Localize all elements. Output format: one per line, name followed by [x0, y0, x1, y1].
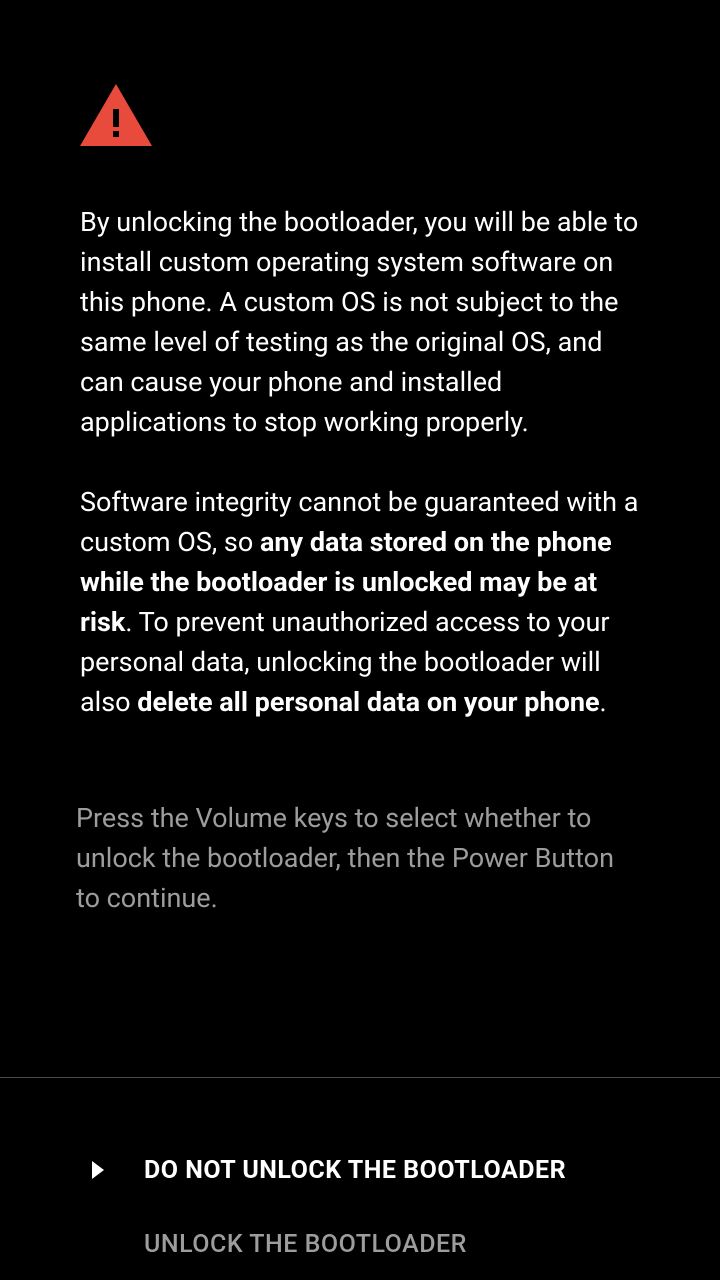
- warning-p2-suffix: .: [600, 686, 607, 718]
- bootloader-unlock-confirm-screen: By unlocking the bootloader, you will be…: [0, 0, 720, 1280]
- instruction-text: Press the Volume keys to select whether …: [76, 798, 642, 918]
- option-label: UNLOCK THE BOOTLOADER: [144, 1230, 720, 1259]
- warning-p2-bold-delete: delete all personal data on your phone: [137, 686, 599, 718]
- warning-triangle-icon: [80, 84, 642, 146]
- content-area: By unlocking the bootloader, you will be…: [0, 0, 720, 1021]
- selection-marker-icon: [92, 1161, 144, 1179]
- warning-text-block: By unlocking the bootloader, you will be…: [80, 202, 642, 722]
- warning-paragraph-1: By unlocking the bootloader, you will be…: [80, 202, 642, 442]
- options-list: DO NOT UNLOCK THE BOOTLOADER UNLOCK THE …: [0, 1078, 720, 1280]
- option-unlock[interactable]: UNLOCK THE BOOTLOADER: [0, 1208, 720, 1280]
- warning-paragraph-2: Software integrity cannot be guaranteed …: [80, 482, 642, 722]
- option-do-not-unlock[interactable]: DO NOT UNLOCK THE BOOTLOADER: [0, 1134, 720, 1206]
- option-label: DO NOT UNLOCK THE BOOTLOADER: [144, 1156, 720, 1185]
